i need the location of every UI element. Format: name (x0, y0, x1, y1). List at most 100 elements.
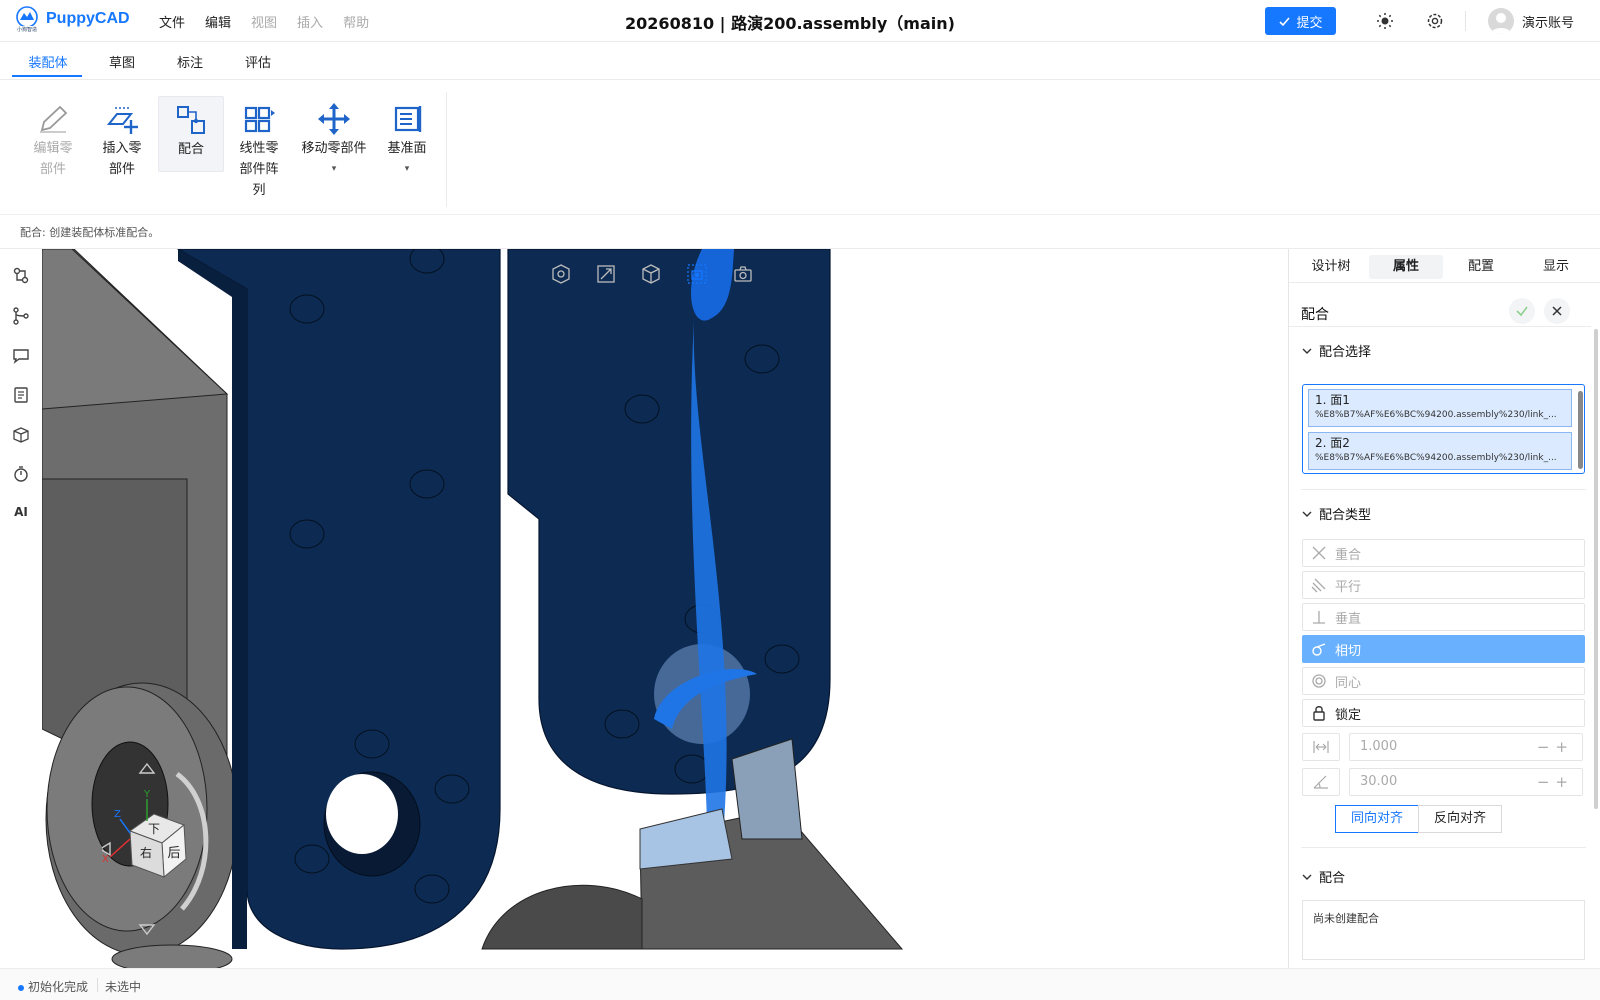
mates-list: 尚未创建配合 (1302, 900, 1585, 960)
angle-stepper[interactable]: −+ (1537, 773, 1574, 791)
y-axis-label: Y (143, 789, 151, 800)
linear-pattern-icon (244, 106, 275, 133)
align-same-button[interactable]: 同向对齐 (1335, 805, 1419, 833)
feature-tabs: 装配体 草图 标注 评估 (0, 42, 1600, 80)
mate-label: 配合 (177, 142, 204, 157)
assembly-model[interactable] (42, 249, 1288, 968)
ribbon-divider (446, 92, 447, 207)
comment-icon[interactable] (12, 347, 30, 365)
mate-button[interactable]: 配合 (158, 96, 224, 172)
cube-face-side[interactable]: 右 (140, 845, 152, 860)
insert-part-label-2: 部件 (108, 162, 135, 177)
rotate-up-icon[interactable] (138, 762, 156, 774)
datum-plane-icon (394, 106, 422, 132)
tab-display[interactable]: 显示 (1519, 255, 1593, 279)
panel-divider (1289, 326, 1591, 327)
linear-pattern-label-3: 列 (252, 183, 266, 198)
selected-face-1-name: 1. 面1 (1315, 393, 1350, 407)
submit-button[interactable]: 提交 (1265, 7, 1336, 35)
align-opposite-button[interactable]: 反向对齐 (1418, 805, 1502, 833)
panel-title: 配合 (1301, 307, 1329, 323)
user-name[interactable]: 演示账号 (1522, 12, 1574, 31)
mate-tangent-label: 相切 (1335, 643, 1362, 659)
mate-selection-list[interactable]: 1. 面1 %E8%B7%AF%E6%BC%94200.assembly%230… (1302, 384, 1585, 474)
check-icon (1516, 306, 1528, 317)
distance-icon (1313, 741, 1329, 753)
branch-icon[interactable] (12, 307, 30, 325)
tab-properties[interactable]: 属性 (1369, 255, 1443, 279)
insert-part-icon (106, 107, 138, 134)
angle-input[interactable]: 30.00 −+ (1349, 768, 1583, 796)
edit-part-button[interactable]: 编辑零 部件 (20, 96, 86, 180)
cube-icon[interactable] (12, 426, 30, 444)
3d-viewport[interactable]: 下 后 右 X Y Z (42, 249, 1288, 968)
datum-plane-dropdown-icon[interactable]: ▾ (374, 159, 440, 180)
distance-stepper[interactable]: −+ (1537, 738, 1574, 756)
ribbon-toolbar: 编辑零 部件 插入零 部件 配合 线性零 部件阵 列 移动零部件 ▾ 基准面 ▾ (0, 80, 1600, 215)
timer-icon[interactable] (12, 465, 30, 483)
mates-empty-text: 尚未创建配合 (1313, 912, 1379, 925)
view-cube[interactable]: 下 后 右 X Y Z (102, 759, 222, 939)
tab-sketch[interactable]: 草图 (108, 52, 136, 71)
selected-face-2-path: %E8%B7%AF%E6%BC%94200.assembly%230/link_… (1315, 453, 1557, 463)
view-orientation-icon[interactable] (550, 263, 572, 285)
mate-concentric[interactable]: 同心 (1302, 667, 1585, 695)
perpendicular-icon (1313, 611, 1325, 624)
close-button[interactable] (1544, 298, 1570, 324)
mate-selection-label: 配合选择 (1319, 345, 1372, 360)
insert-part-button[interactable]: 插入零 部件 (89, 96, 155, 180)
status-bar (0, 968, 1600, 1000)
edit-part-label-2: 部件 (39, 162, 66, 177)
selected-face-2[interactable]: 2. 面2 %E8%B7%AF%E6%BC%94200.assembly%230… (1308, 432, 1572, 470)
selected-face-1[interactable]: 1. 面1 %E8%B7%AF%E6%BC%94200.assembly%230… (1308, 389, 1572, 427)
panel-scrollbar[interactable] (1594, 329, 1598, 809)
tab-assembly[interactable]: 装配体 (28, 52, 68, 71)
x-axis-label: X (102, 854, 109, 865)
mate-type-label: 配合类型 (1319, 508, 1372, 523)
move-part-dropdown-icon[interactable]: ▾ (294, 159, 374, 180)
confirm-button[interactable] (1509, 298, 1535, 324)
mates-section-header[interactable]: 配合 (1301, 867, 1345, 886)
datum-plane-button[interactable]: 基准面 ▾ (374, 96, 440, 180)
document-title: 20260810 | 路演200.assembly（main) (625, 14, 955, 33)
tab-evaluate[interactable]: 评估 (244, 52, 272, 71)
mate-selection-section-header[interactable]: 配合选择 (1301, 341, 1371, 360)
selection-scrollbar[interactable] (1578, 391, 1583, 469)
gear-icon[interactable] (1425, 11, 1445, 31)
section-divider (1301, 489, 1586, 490)
close-icon (1552, 306, 1562, 316)
tab-design-tree[interactable]: 设计树 (1294, 255, 1368, 279)
isometric-view-icon[interactable] (640, 263, 662, 285)
move-part-button[interactable]: 移动零部件 ▾ (294, 96, 374, 180)
rotate-down-icon[interactable] (138, 924, 156, 936)
cube-face-top[interactable]: 下 (148, 822, 160, 836)
assembly-tree-icon[interactable] (12, 267, 30, 285)
cube-face-front[interactable]: 后 (167, 846, 180, 861)
mate-perpendicular[interactable]: 垂直 (1302, 603, 1585, 631)
linear-pattern-button[interactable]: 线性零 部件阵 列 (226, 96, 292, 201)
mate-perpendicular-label: 垂直 (1335, 611, 1362, 627)
mate-lock-label: 锁定 (1335, 707, 1362, 723)
concentric-icon (1312, 674, 1326, 688)
camera-icon[interactable] (732, 263, 754, 285)
distance-icon-box (1302, 733, 1340, 761)
distance-value: 1.000 (1360, 739, 1398, 754)
move-part-label: 移动零部件 (301, 141, 367, 156)
distance-input[interactable]: 1.000 −+ (1349, 733, 1583, 761)
ai-icon[interactable]: AI (12, 505, 30, 523)
mate-parallel[interactable]: 平行 (1302, 571, 1585, 599)
tab-configuration[interactable]: 配置 (1444, 255, 1518, 279)
mate-tangent[interactable]: 相切 (1302, 635, 1585, 663)
sun-icon[interactable] (1375, 11, 1395, 31)
z-axis-line (119, 818, 131, 834)
mate-parallel-label: 平行 (1335, 579, 1362, 595)
document-icon[interactable] (12, 386, 30, 404)
mate-type-section-header[interactable]: 配合类型 (1301, 504, 1371, 523)
tab-annotation[interactable]: 标注 (176, 52, 204, 71)
avatar[interactable] (1488, 8, 1514, 34)
region-screenshot-icon[interactable] (686, 263, 708, 285)
mate-lock[interactable]: 锁定 (1302, 699, 1585, 727)
fit-view-icon[interactable] (595, 263, 617, 285)
command-hint: 配合: 创建装配体标准配合。 (20, 226, 160, 239)
mate-coincident[interactable]: 重合 (1302, 539, 1585, 567)
